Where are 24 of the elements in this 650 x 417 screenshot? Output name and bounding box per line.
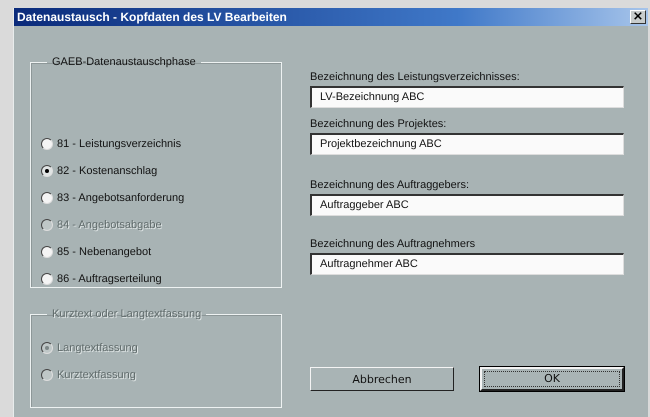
- radio-option[interactable]: 81 - Leistungsverzeichnis: [41, 130, 182, 157]
- radio-button[interactable]: [41, 246, 53, 258]
- radio-button[interactable]: [41, 164, 53, 176]
- field-label: Bezeichnung des Auftraggebers:: [310, 179, 470, 191]
- field-label: Bezeichnung des Projektes:: [310, 118, 448, 130]
- dialog-button[interactable]: Abbrechen: [310, 367, 454, 391]
- dialog-button[interactable]: OK: [480, 367, 624, 391]
- radio-option[interactable]: 83 - Angebotsanforderung: [41, 184, 184, 211]
- radio-button[interactable]: [41, 192, 53, 204]
- radio-option[interactable]: 85 - Nebenangebot: [41, 238, 152, 265]
- group-title: GAEB-Datenaustauschphase: [51, 56, 197, 68]
- input-field[interactable]: Auftragnehmer ABC: [310, 253, 624, 275]
- field-label: Bezeichnung des Leistungsverzeichnisses:: [310, 71, 521, 83]
- radio-option[interactable]: 86 - Auftragserteilung: [41, 265, 162, 292]
- close-button[interactable]: ×: [630, 10, 646, 24]
- input-field[interactable]: Projektbezeichnung ABC: [310, 133, 624, 155]
- radio-button[interactable]: [41, 272, 53, 284]
- input-field[interactable]: Auftraggeber ABC: [310, 194, 624, 216]
- window-title: Datenaustausch - Kopfdaten des LV Bearbeiten: [17, 10, 287, 24]
- field-label: Bezeichnung des Auftragnehmers: [310, 238, 476, 250]
- group-title: Kurztext oder Langtextfassung: [51, 308, 202, 320]
- radio-button[interactable]: [41, 138, 53, 150]
- input-field[interactable]: LV-Bezeichnung ABC: [310, 86, 624, 108]
- radio-option[interactable]: 82 - Kostenanschlag: [41, 157, 158, 184]
